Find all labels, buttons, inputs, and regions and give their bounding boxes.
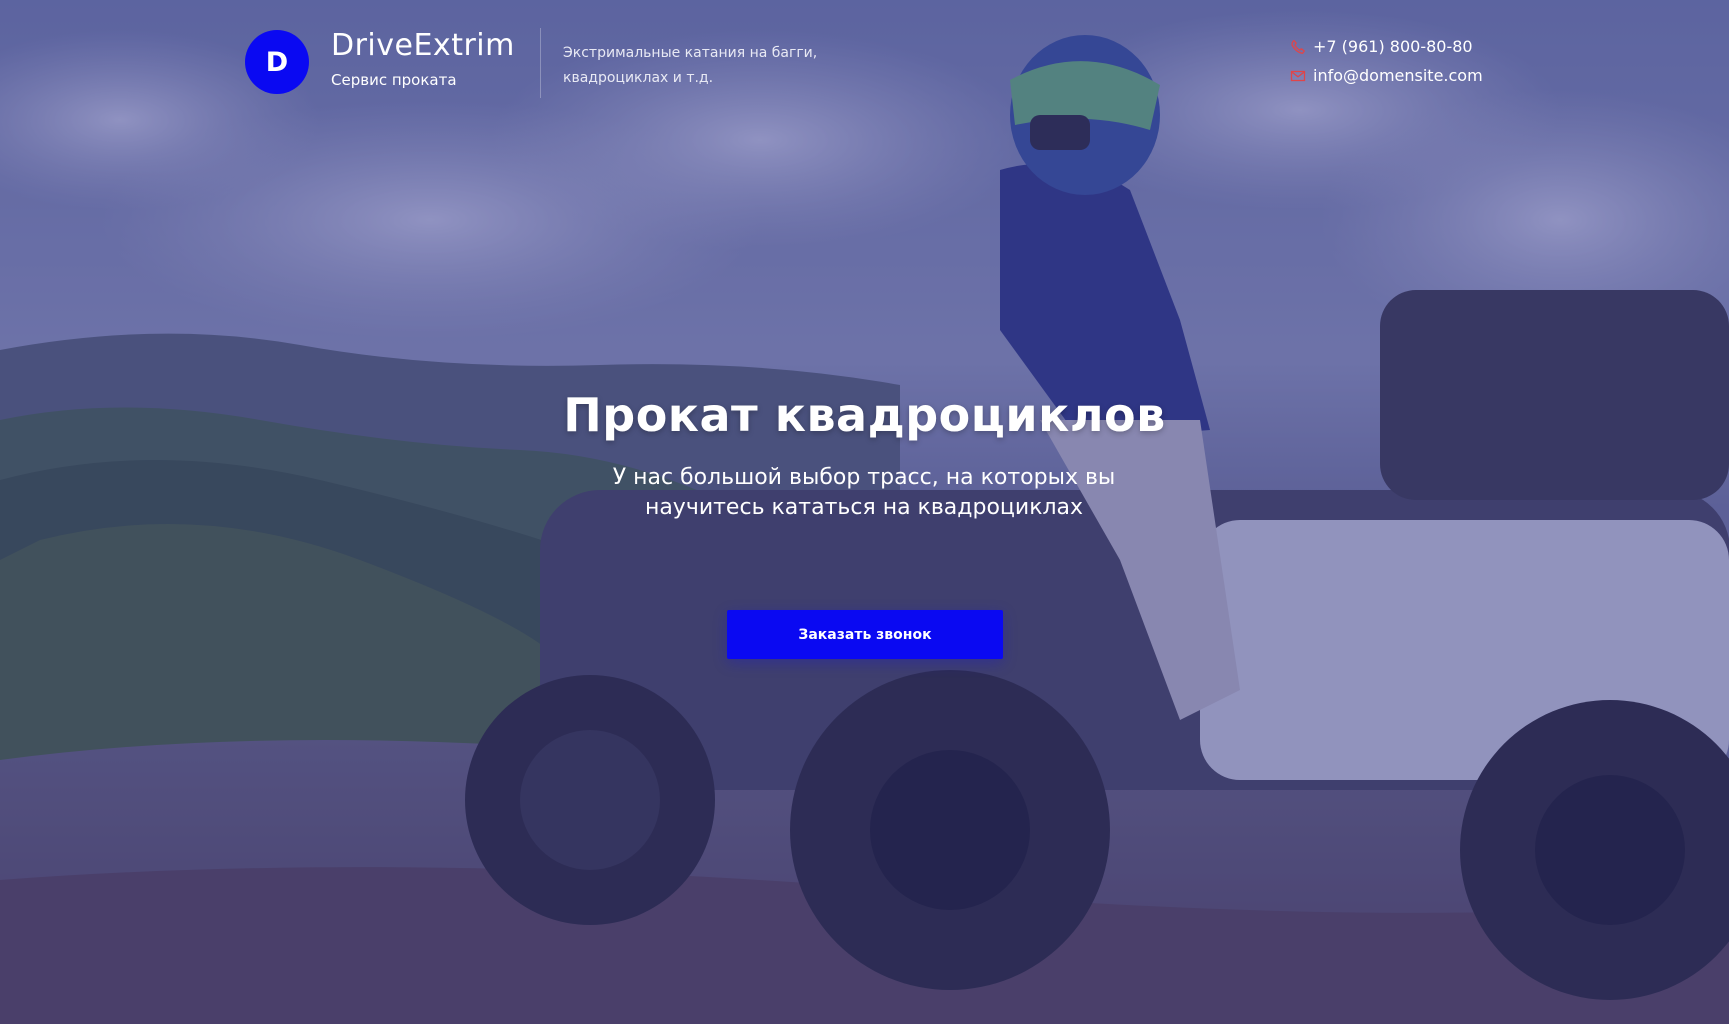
phone-icon bbox=[1290, 39, 1306, 55]
hero-subtitle: У нас большой выбор трасс, на которых вы… bbox=[612, 465, 1116, 520]
brand-subtitle: Сервис проката bbox=[331, 71, 457, 89]
brand-name[interactable]: DriveExtrim bbox=[331, 28, 515, 63]
email-contact[interactable]: info@domensite.com bbox=[1290, 66, 1483, 85]
logo-badge[interactable]: D bbox=[245, 30, 309, 94]
request-call-button[interactable]: Заказать звонок bbox=[727, 610, 1003, 659]
hero-title: Прокат квадроциклов bbox=[563, 388, 1166, 442]
brand-tagline: Экстримальные катания на багги, квадроци… bbox=[563, 45, 818, 86]
logo-letter: D bbox=[265, 46, 289, 78]
email-address: info@domensite.com bbox=[1313, 66, 1483, 85]
envelope-icon bbox=[1290, 68, 1306, 84]
site-header: D DriveExtrim Сервис проката Экстримальн… bbox=[0, 0, 1729, 110]
header-divider bbox=[540, 28, 541, 98]
phone-contact[interactable]: +7 (961) 800-80-80 bbox=[1290, 37, 1473, 56]
phone-number: +7 (961) 800-80-80 bbox=[1313, 37, 1473, 56]
